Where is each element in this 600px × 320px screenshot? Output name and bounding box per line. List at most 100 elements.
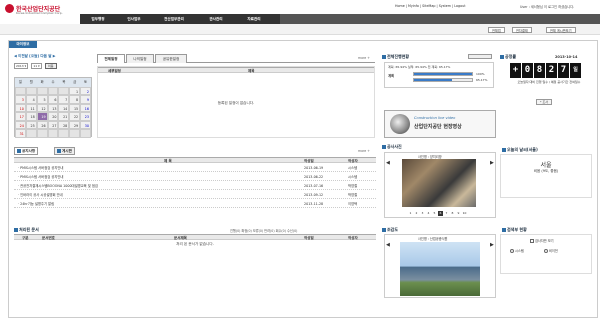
table-row[interactable]: · PMIS시스템 서버점검 공지안내 2013-06-19 시스템 <box>14 164 376 172</box>
tab-myinfo[interactable]: 마이정보 <box>9 41 37 48</box>
photo-page-link[interactable]: 9 <box>456 211 461 216</box>
nav-item-admin[interactable]: 업무행정 <box>80 14 116 24</box>
calendar-day[interactable]: 7 <box>58 95 70 104</box>
overview-prev-icon[interactable]: ◀ <box>386 242 390 248</box>
util-home-link[interactable]: Home <box>395 4 405 8</box>
photo-page-link[interactable]: 4 <box>426 211 431 216</box>
util-myinfo-link[interactable]: Myinfo <box>408 4 419 8</box>
calendar-day[interactable]: 16 <box>80 103 91 112</box>
tab-shared-schedule[interactable]: 공유한일정 <box>155 54 187 63</box>
photo-page-link[interactable]: 1 <box>408 211 413 216</box>
calendar-day[interactable]: 20 <box>47 112 59 121</box>
nav-bar-extension <box>280 14 600 24</box>
sub-btn-approval[interactable]: 전자결재 <box>512 27 532 33</box>
table-row[interactable]: · PMIS시스템 서버점검 공지안내 2013-06-22 시스템 <box>14 173 376 181</box>
countdown-check-button[interactable]: * 조사 <box>536 99 552 105</box>
photo-page-link[interactable]: 7 <box>444 211 449 216</box>
progress-title: 전체진행현황 <box>382 54 409 60</box>
calendar-weekday: 수 <box>47 78 59 87</box>
calendar-day[interactable]: 2 <box>80 86 91 95</box>
calendar-day[interactable]: 25 <box>25 120 37 129</box>
calendar-day[interactable]: 17 <box>15 112 26 121</box>
table-row[interactable]: · 관공전자결재시스템BOOONA 1000대설명교육 및 점검 2013-07-… <box>14 182 376 190</box>
calendar-day[interactable]: 10 <box>15 103 26 112</box>
tab-notice[interactable]: 공지사항 <box>14 147 39 155</box>
calendar-nav[interactable]: ◀ 이전달 [오늘] 다음 달 ▶ <box>14 54 92 61</box>
table-row[interactable]: · 인바라이 공사 시공설명회 안내 2013-09-12 박영철 <box>14 191 376 199</box>
overview-image[interactable] <box>400 242 480 296</box>
year-select[interactable]: 2013 ▾ <box>14 63 29 69</box>
nav-item-data[interactable]: 자료관리 <box>236 14 272 24</box>
construction-photo[interactable] <box>402 159 476 207</box>
calendar-day[interactable]: 3 <box>15 95 26 104</box>
util-sitemap-link[interactable]: SiteMap <box>422 4 435 8</box>
calendar-day[interactable]: 31 <box>15 129 26 138</box>
calendar-day <box>69 129 81 138</box>
nav-item-hr[interactable]: 인사업무 <box>116 14 152 24</box>
calendar-day[interactable]: 28 <box>58 120 70 129</box>
photo-page-link[interactable]: 2 <box>414 211 419 216</box>
calendar-weekday: 목 <box>58 78 70 87</box>
calendar-day[interactable]: 13 <box>47 103 59 112</box>
calendar-day[interactable]: 27 <box>47 120 59 129</box>
notice-list: · PMIS시스템 서버점검 공지안내 2013-06-19 시스템 · PMIS시… <box>14 164 376 214</box>
month-select[interactable]: 11 ▾ <box>31 63 42 69</box>
photo-next-icon[interactable]: ▶ <box>490 160 494 166</box>
calendar-day <box>25 86 37 95</box>
company-logo-icon[interactable] <box>5 4 14 13</box>
calendar-day[interactable]: 14 <box>58 103 70 112</box>
col-docwriter: 작성자 <box>348 236 358 240</box>
approval-filter-tabs[interactable]: 진행(0) 확정(0) 보류(0) 반려(0) 회수(0) 수신(0) <box>230 228 297 233</box>
tab-all-schedule[interactable]: 전체일정 <box>97 54 125 63</box>
progress-actual-fill <box>414 79 452 81</box>
countdown-digit: 8 <box>534 63 545 78</box>
photo-page-link[interactable]: 6 <box>438 211 443 216</box>
calendar-go-button[interactable]: 이동 <box>44 63 57 69</box>
calendar-day[interactable]: 8 <box>69 95 81 104</box>
photo-page-link[interactable]: 5 <box>432 211 437 216</box>
calendar-day[interactable]: 22 <box>69 112 81 121</box>
calendar-day[interactable]: 11 <box>25 103 37 112</box>
photo-page-link[interactable]: 10 <box>462 211 467 216</box>
calendar-day[interactable]: 24 <box>15 120 26 129</box>
photo-page-link[interactable]: 8 <box>450 211 455 216</box>
calendar-weekday: 화 <box>36 78 48 87</box>
calendar-day[interactable]: 5 <box>36 95 48 104</box>
calendar-day[interactable]: 26 <box>36 120 48 129</box>
sub-btn-boards[interactable]: 전체 게시판보기 <box>546 27 576 33</box>
calendar-day[interactable]: 23 <box>80 112 91 121</box>
notice-more-link[interactable]: more + <box>358 149 370 153</box>
calendar-day[interactable]: 18 <box>25 112 37 121</box>
search-radio-other[interactable]: 비이전 <box>544 248 558 253</box>
tab-board[interactable]: 게시판 <box>54 147 75 155</box>
progress-box: 계획: 65.94% 실적: 65.94% 전 계획: 65.17% 계획 10… <box>384 62 494 88</box>
nav-item-facility[interactable]: 관사관리 <box>198 14 234 24</box>
progress-actual-bar <box>413 78 473 82</box>
calendar-day[interactable]: 4 <box>25 95 37 104</box>
calendar-day[interactable]: 19 <box>36 112 48 121</box>
photo-prev-icon[interactable]: ◀ <box>386 160 390 166</box>
util-logout-link[interactable]: Logout <box>454 4 465 8</box>
calendar-day <box>58 86 70 95</box>
progress-more-button[interactable] <box>468 54 492 59</box>
calendar-day[interactable]: 6 <box>47 95 59 104</box>
calendar-day[interactable]: 21 <box>58 112 70 121</box>
overview-next-icon[interactable]: ▶ <box>490 242 494 248</box>
table-row[interactable]: · 24hr기능 설명주기 알림 2013-11-28 이영택 <box>14 200 376 208</box>
calendar-day[interactable]: 15 <box>69 103 81 112</box>
photo-title: 공사사진 <box>382 144 402 150</box>
search-checkbox[interactable]: 검사자만 보기 <box>530 238 554 243</box>
calendar-day[interactable]: 12 <box>36 103 48 112</box>
tab-my-schedule[interactable]: 나의일정 <box>126 54 154 63</box>
photo-page-link[interactable]: 3 <box>420 211 425 216</box>
calendar-day[interactable]: 29 <box>69 120 81 129</box>
schedule-more-link[interactable]: more + <box>358 56 370 60</box>
calendar-day[interactable]: 1 <box>69 86 81 95</box>
nav-item-it[interactable]: 전산업무관리 <box>152 14 196 24</box>
sub-btn-all[interactable]: 전체업 <box>488 27 505 33</box>
calendar-day[interactable]: 30 <box>80 120 91 129</box>
util-system-link[interactable]: System <box>439 4 451 8</box>
weather-desc: 비옴 (9도, 좋음) <box>533 169 559 173</box>
calendar-day[interactable]: 9 <box>80 95 91 104</box>
search-radio-system[interactable]: 시스템 <box>510 248 524 253</box>
